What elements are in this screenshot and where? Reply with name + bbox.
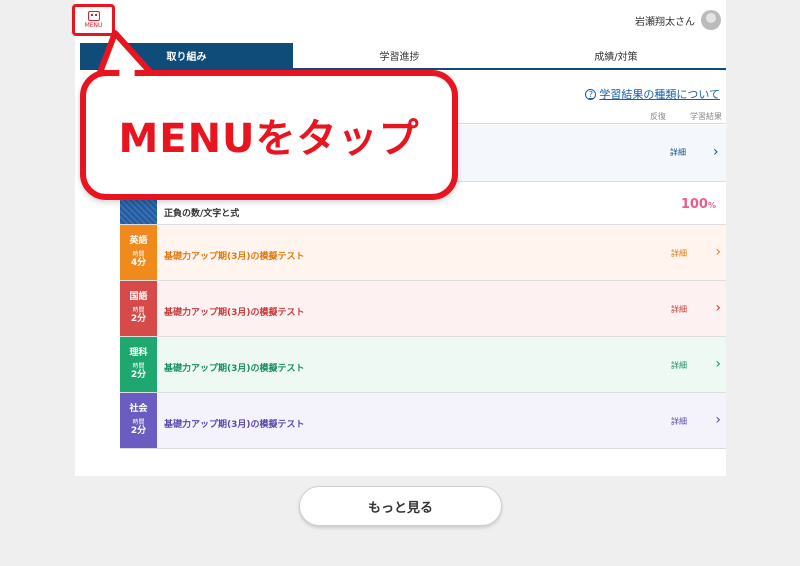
chevron-right-icon[interactable]: › — [715, 413, 721, 427]
chevron-right-icon[interactable]: › — [715, 301, 721, 315]
callout-pointer-fill — [119, 66, 135, 80]
detail-link[interactable]: 詳細 — [671, 248, 687, 259]
column-reflection: 反復 — [650, 112, 666, 121]
tab-progress[interactable]: 学習進捗 — [293, 43, 506, 68]
chevron-right-icon[interactable]: › — [715, 245, 721, 259]
subject-name: 国語 — [129, 292, 148, 303]
subject-name: 社会 — [129, 404, 148, 415]
subject-name: 英語 — [129, 236, 148, 247]
detail-link[interactable]: 詳細 — [671, 360, 687, 371]
subject-badge: 社会 時間 2分 — [120, 393, 157, 448]
list-item[interactable]: 英語 時間 4分 基礎力アップ期(3月)の模擬テスト 詳細 › — [120, 225, 726, 281]
tab-bar: 取り組み 学習進捗 成績/対策 — [80, 43, 726, 70]
list-item[interactable]: 国語 時間 2分 基礎力アップ期(3月)の模擬テスト 詳細 › — [120, 281, 726, 337]
item-title: 基礎力アップ期(3月)の模擬テスト — [164, 252, 305, 262]
time-minutes: 2分 — [130, 313, 147, 324]
load-more-button[interactable]: もっと見る — [299, 486, 502, 526]
time-minutes: 2分 — [130, 369, 147, 380]
detail-link[interactable]: 詳細 — [671, 416, 687, 427]
score-value: 100% — [680, 197, 716, 212]
item-title: 基礎力アップ期(3月)の模擬テスト — [164, 364, 305, 374]
user-name: 岩瀬翔太さん — [635, 16, 695, 28]
column-result: 学習結果 — [690, 112, 722, 121]
subject-badge: 英語 時間 4分 — [120, 225, 157, 280]
chevron-right-icon[interactable]: › — [713, 144, 719, 160]
user-avatar-icon — [701, 10, 721, 30]
subject-badge: 理科 時間 2分 — [120, 337, 157, 392]
subject-name: 理科 — [129, 348, 148, 359]
callout-text: MENUをタップ — [118, 116, 420, 162]
user-info[interactable]: 岩瀬翔太さん — [635, 10, 721, 30]
detail-link[interactable]: 詳細 — [670, 147, 686, 158]
menu-robot-icon — [87, 11, 100, 21]
chevron-right-icon[interactable]: › — [715, 357, 721, 371]
tab-results[interactable]: 成績/対策 — [506, 43, 726, 68]
list-item[interactable]: 社会 時間 2分 基礎力アップ期(3月)の模擬テスト 詳細 › — [120, 393, 726, 449]
question-circle-icon: ? — [585, 88, 597, 100]
instruction-callout: MENUをタップ — [80, 70, 458, 200]
item-title: 正負の数/文字と式 — [164, 209, 240, 219]
subject-badge: 国語 時間 2分 — [120, 281, 157, 336]
time-minutes: 2分 — [130, 425, 147, 436]
time-minutes: 4分 — [130, 257, 147, 268]
menu-label: MENU — [84, 22, 103, 29]
detail-link[interactable]: 詳細 — [671, 304, 687, 315]
result-types-link[interactable]: ? 学習結果の種類について — [585, 86, 720, 102]
result-types-link-text: 学習結果の種類について — [599, 88, 720, 101]
list-item[interactable]: 理科 時間 2分 基礎力アップ期(3月)の模擬テスト 詳細 › — [120, 337, 726, 393]
item-title: 基礎力アップ期(3月)の模擬テスト — [164, 308, 305, 318]
item-title: 基礎力アップ期(3月)の模擬テスト — [164, 420, 305, 430]
